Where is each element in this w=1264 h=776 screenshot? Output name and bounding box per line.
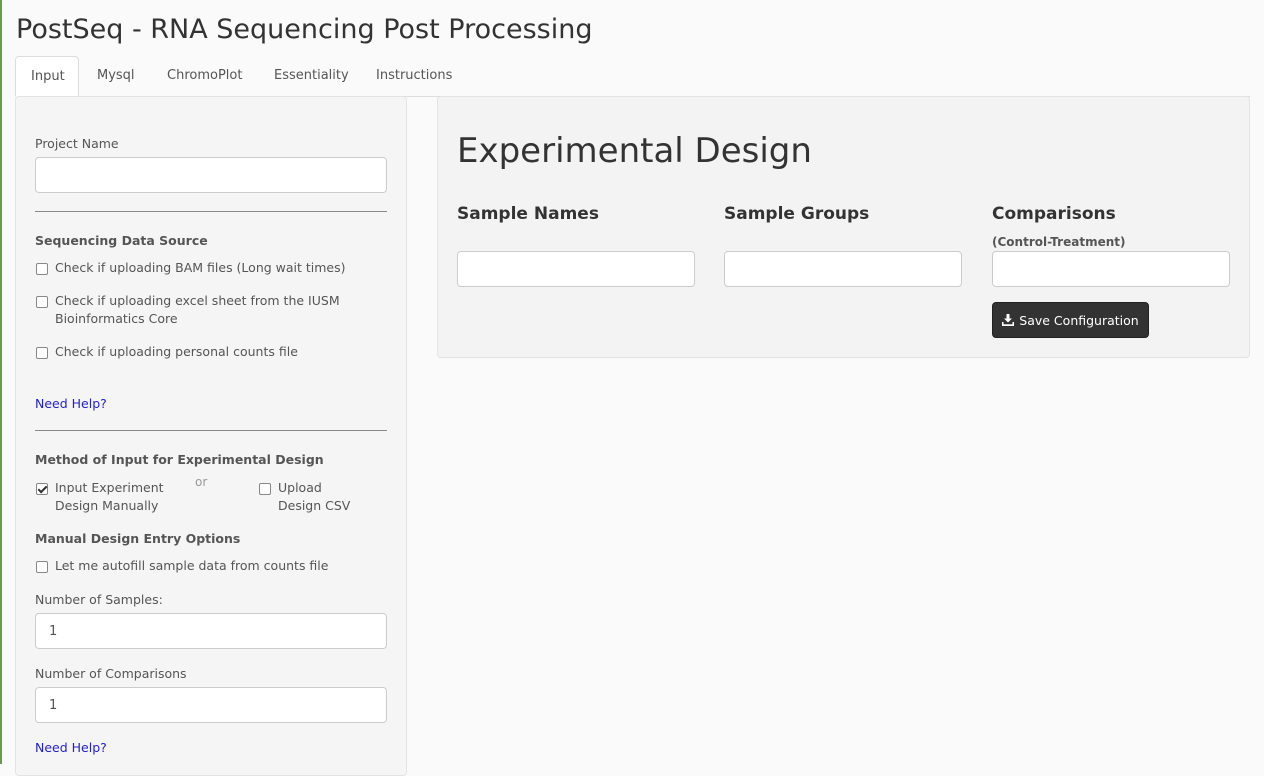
- experimental-design-panel: Experimental Design Sample Names Sample …: [437, 96, 1250, 358]
- comparisons-subheading: (Control-Treatment): [992, 235, 1126, 249]
- excel-sheet-checkbox[interactable]: [36, 296, 48, 308]
- manual-design-checkbox[interactable]: [36, 483, 48, 495]
- save-configuration-button[interactable]: Save Configuration: [992, 302, 1149, 338]
- autofill-checkbox[interactable]: [36, 561, 48, 573]
- num-samples-label: Number of Samples:: [35, 592, 163, 607]
- tab-input[interactable]: Input: [15, 56, 79, 97]
- tab-mysql[interactable]: Mysql: [82, 56, 150, 97]
- counts-file-checkbox[interactable]: [36, 347, 48, 359]
- divider: [35, 211, 387, 212]
- project-name-input[interactable]: [35, 157, 387, 193]
- num-samples-input[interactable]: [35, 613, 387, 649]
- autofill-label: Let me autofill sample data from counts …: [55, 558, 329, 573]
- data-source-heading: Sequencing Data Source: [35, 233, 208, 248]
- save-button-label: Save Configuration: [1019, 312, 1139, 328]
- manual-options-heading: Manual Design Entry Options: [35, 531, 241, 546]
- tab-essentiality[interactable]: Essentiality: [259, 56, 364, 97]
- tab-bar: Input Mysql ChromoPlot Essentiality Inst…: [15, 56, 1250, 97]
- tab-instructions[interactable]: Instructions: [361, 56, 467, 97]
- window-left-edge: [0, 0, 2, 764]
- upload-csv-label: Upload Design CSV: [278, 480, 351, 513]
- download-icon: [1002, 314, 1015, 326]
- app-title: PostSeq - RNA Sequencing Post Processing: [16, 14, 593, 45]
- comparisons-heading: Comparisons: [992, 204, 1116, 224]
- sample-names-heading: Sample Names: [457, 204, 599, 224]
- num-comparisons-input[interactable]: [35, 687, 387, 723]
- need-help-link[interactable]: Need Help?: [35, 396, 107, 411]
- counts-file-label: Check if uploading personal counts file: [55, 344, 298, 359]
- or-separator: or: [195, 475, 208, 489]
- bam-files-checkbox[interactable]: [36, 263, 48, 275]
- need-help-link[interactable]: Need Help?: [35, 740, 107, 755]
- method-heading: Method of Input for Experimental Design: [35, 452, 324, 467]
- tab-chromoplot[interactable]: ChromoPlot: [152, 56, 257, 97]
- manual-design-label: Input Experiment Design Manually: [55, 480, 164, 513]
- num-comparisons-label: Number of Comparisons: [35, 666, 187, 681]
- excel-sheet-label: Check if uploading excel sheet from the …: [55, 293, 340, 326]
- sample-name-input[interactable]: [457, 251, 695, 287]
- comparison-input[interactable]: [992, 251, 1230, 287]
- project-name-label: Project Name: [35, 136, 119, 151]
- divider: [35, 430, 387, 431]
- sidebar-panel: Project Name Sequencing Data Source Chec…: [15, 96, 407, 776]
- sample-groups-heading: Sample Groups: [724, 204, 870, 224]
- bam-files-label: Check if uploading BAM files (Long wait …: [55, 260, 346, 275]
- experimental-design-title: Experimental Design: [457, 131, 812, 171]
- sample-group-input[interactable]: [724, 251, 962, 287]
- upload-csv-checkbox[interactable]: [259, 483, 271, 495]
